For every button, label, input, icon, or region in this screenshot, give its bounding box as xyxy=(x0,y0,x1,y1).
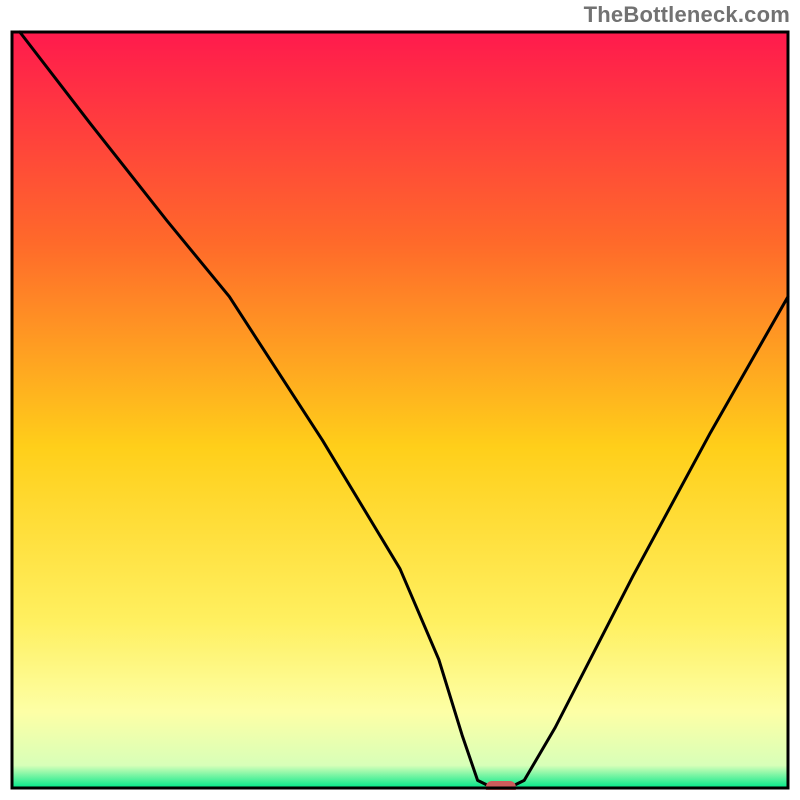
watermark-label: TheBottleneck.com xyxy=(584,2,790,28)
bottleneck-chart-svg xyxy=(10,30,790,790)
gradient-background xyxy=(12,32,788,788)
chart-area xyxy=(10,30,790,790)
